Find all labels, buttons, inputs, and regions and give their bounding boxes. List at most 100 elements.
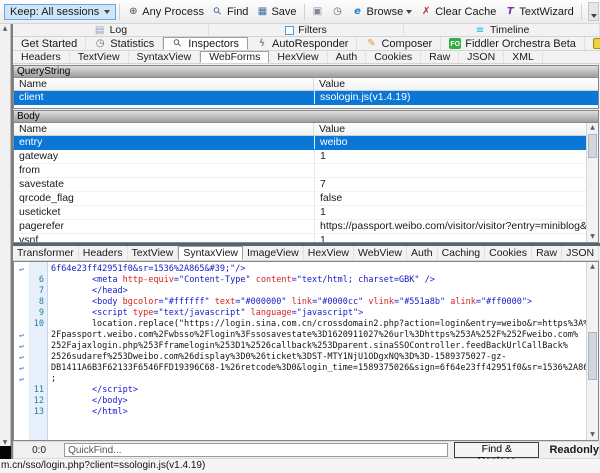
code-line: ↩2Fpassport.weibo.com%2Fwbsso%2Flogin%3F… <box>14 330 586 341</box>
code-text: <body bgcolor="#ffffff" text="#000000" l… <box>47 297 532 308</box>
tab-autoresponder[interactable]: ϟAutoResponder <box>248 37 357 50</box>
tab-label: Headers <box>21 51 61 63</box>
cell-name: useticket <box>14 206 314 219</box>
tab-fiddlerscript[interactable]: FiddlerScript <box>585 37 600 50</box>
table-row[interactable]: qrcode_flagfalse <box>14 192 586 206</box>
tab-caching[interactable]: Caching <box>438 246 486 260</box>
cell-value: 1 <box>314 206 586 219</box>
tab-statistics[interactable]: ◷Statistics <box>86 37 163 50</box>
table-row[interactable]: vsnf1 <box>14 234 586 242</box>
column-header-name[interactable]: Name <box>14 123 314 135</box>
chevron-down-icon <box>104 10 110 14</box>
tab-raw[interactable]: Raw <box>421 51 459 63</box>
tab-auth[interactable]: Auth <box>407 246 438 260</box>
log-icon: ▤ <box>94 25 106 36</box>
tab-label: Raw <box>536 247 557 259</box>
table-row[interactable]: gateway1 <box>14 150 586 164</box>
session-list-scrollbar[interactable]: ▲ ▼ <box>0 24 11 448</box>
tab-transformer[interactable]: Transformer <box>13 246 79 260</box>
tab-syntaxview[interactable]: SyntaxView <box>129 51 201 63</box>
tab-hexview[interactable]: HexView <box>304 246 354 260</box>
column-header-value[interactable]: Value <box>314 78 598 90</box>
scroll-up-icon[interactable]: ▲ <box>0 24 10 34</box>
scroll-down-icon[interactable]: ▼ <box>587 232 598 242</box>
tab-composer[interactable]: ✎Composer <box>357 37 441 50</box>
tab-timeline[interactable]: ≡Timeline <box>404 24 600 36</box>
table-row[interactable]: useticket1 <box>14 206 586 220</box>
tab-cookies[interactable]: Cookies <box>366 51 421 63</box>
tab-imageview[interactable]: ImageView <box>243 246 304 260</box>
code-text: 252Fajaxlogin.php%253Fframelogin%253D1%2… <box>47 341 568 352</box>
tab-log[interactable]: ▤ Log <box>13 24 209 36</box>
tab-label: Caching <box>442 247 481 259</box>
tab-get-started[interactable]: Get Started <box>13 37 86 50</box>
find-button[interactable]: ⚲Find <box>208 4 252 20</box>
querystring-group-header: QueryString <box>14 66 598 78</box>
toolbar-separator <box>304 4 305 20</box>
tab-syntaxview[interactable]: SyntaxView <box>178 246 243 260</box>
tab-raw[interactable]: Raw <box>532 246 562 260</box>
cell-value: 1 <box>314 150 586 163</box>
textwizard-icon: T <box>504 6 516 17</box>
tab-cookies[interactable]: Cookies <box>485 246 532 260</box>
tab-json[interactable]: JSON <box>562 246 599 260</box>
code-line: 9 <script type="text/javascript" languag… <box>14 308 586 319</box>
line-wrap-icon: ↩ <box>14 363 29 374</box>
scroll-up-icon[interactable]: ▲ <box>587 123 598 133</box>
keep-sessions-dropdown[interactable]: Keep: All sessions <box>4 4 116 20</box>
chevron-down-icon <box>591 14 597 18</box>
clear-cache-button[interactable]: ✗Clear Cache <box>416 4 500 20</box>
line-number <box>29 341 47 352</box>
tab-webforms[interactable]: WebForms <box>200 51 269 63</box>
table-row[interactable]: from <box>14 164 586 178</box>
cell-name: gateway <box>14 150 314 163</box>
code-text: 6f64e23ff42951f0&sr=1536%2A865&#39;"/> <box>47 264 245 275</box>
textwizard-button[interactable]: TTextWizard <box>500 4 577 20</box>
tab-json[interactable]: JSON <box>459 51 504 63</box>
toolbar-overflow-button[interactable] <box>588 2 599 21</box>
save-button[interactable]: ▦Save <box>252 4 300 20</box>
code-scrollbar[interactable]: ▲ ▼ <box>586 262 598 440</box>
tab-label: Timeline <box>490 24 529 36</box>
tab-xml[interactable]: XML <box>504 51 543 63</box>
tab-textview[interactable]: TextView <box>128 246 179 260</box>
tab-label: WebView <box>358 247 402 259</box>
tab-headers[interactable]: Headers <box>13 51 70 63</box>
screenshot-button[interactable]: ▣ <box>308 4 328 19</box>
tab-label: SyntaxView <box>183 247 238 259</box>
scrollbar-thumb[interactable] <box>588 332 597 380</box>
tab-webview[interactable]: WebView <box>354 246 407 260</box>
tab-label: Fiddler Orchestra Beta <box>465 38 576 50</box>
body-scrollbar[interactable]: ▲ ▼ <box>586 123 598 242</box>
scroll-up-icon[interactable]: ▲ <box>587 262 598 272</box>
quickfind-input[interactable] <box>64 443 448 457</box>
code-editor[interactable]: ↩6f64e23ff42951f0&sr=1536%2A865&#39;"/>6… <box>14 262 586 440</box>
tab-inspectors[interactable]: ⚲Inspectors <box>163 37 248 50</box>
table-row[interactable]: clientssologin.js(v1.4.19) <box>14 91 598 105</box>
tab-auth[interactable]: Auth <box>328 51 367 63</box>
scroll-down-icon[interactable]: ▼ <box>587 430 598 440</box>
tab-filters[interactable]: Filters <box>209 24 405 36</box>
tab-headers[interactable]: Headers <box>79 246 128 260</box>
any-process-button[interactable]: ⊕Any Process <box>123 4 208 20</box>
scrollbar-thumb[interactable] <box>588 134 597 158</box>
tab-hexview[interactable]: HexView <box>269 51 327 63</box>
fiddler-orchestra-icon: FO <box>449 38 461 49</box>
tab-fiddler-orchestra-beta[interactable]: FO Fiddler Orchestra Beta <box>441 37 585 50</box>
browse-button[interactable]: eBrowse <box>348 4 417 20</box>
table-row[interactable]: savestate7 <box>14 178 586 192</box>
keep-sessions-label: Keep: All sessions <box>10 6 99 18</box>
find-replace-button[interactable]: Find & Replace <box>454 442 539 458</box>
column-header-value[interactable]: Value <box>314 123 586 135</box>
tab-label: HexView <box>308 247 349 259</box>
tab-textview[interactable]: TextView <box>70 51 129 63</box>
table-row[interactable]: entryweibo <box>14 136 586 150</box>
code-text: <meta http-equiv="Content-Type" content=… <box>47 275 435 286</box>
timer-button[interactable]: ◷ <box>328 4 348 19</box>
table-row[interactable]: pagereferhttps://passport.weibo.com/visi… <box>14 220 586 234</box>
tab-label: Log <box>110 24 128 36</box>
tab-label: Cookies <box>374 51 412 63</box>
column-header-name[interactable]: Name <box>14 78 314 90</box>
stopwatch-icon: ◷ <box>332 6 344 17</box>
code-line: 13 </html> <box>14 407 586 418</box>
